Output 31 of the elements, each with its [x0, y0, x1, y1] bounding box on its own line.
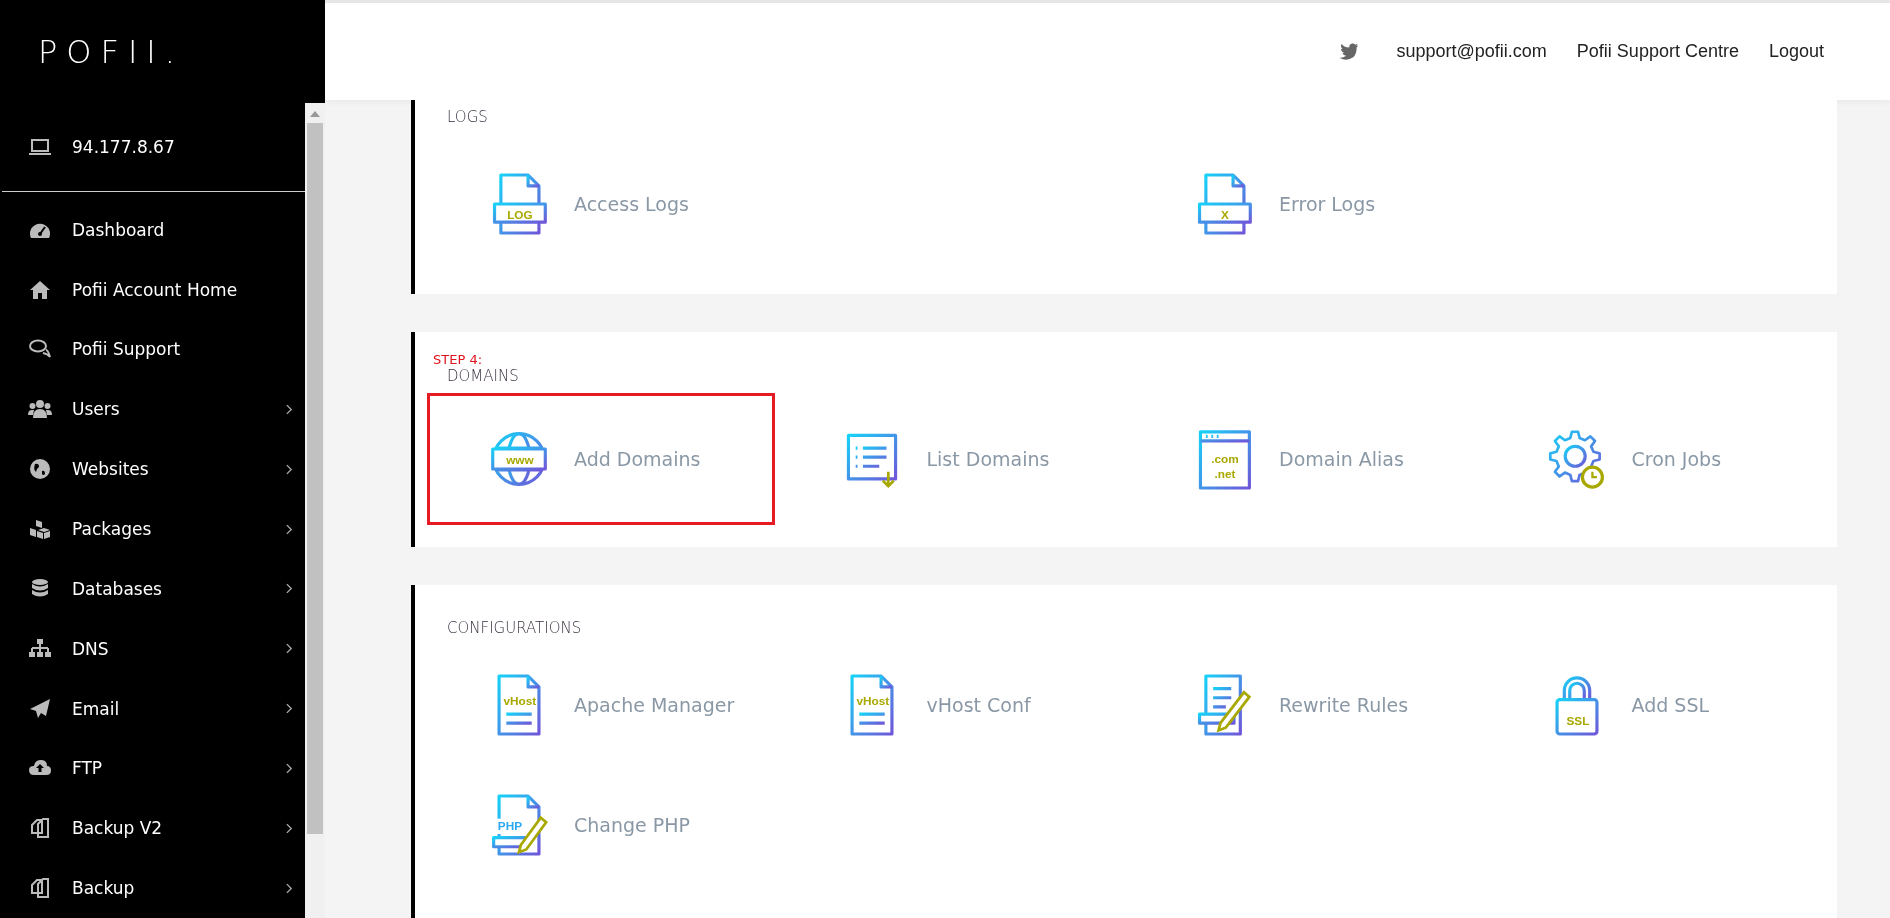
globe-icon: [28, 457, 52, 482]
copy-icon: [28, 876, 52, 901]
sidebar-item[interactable]: FTP: [0, 738, 305, 799]
bird-icon[interactable]: [1338, 43, 1359, 60]
logo[interactable]: POFII.: [38, 32, 184, 71]
header-link[interactable]: Pofii Support Centre: [1576, 41, 1739, 62]
sidebar-item[interactable]: Users: [0, 379, 305, 440]
sidebar-item[interactable]: Websites: [0, 439, 305, 500]
sidebar-item[interactable]: Email: [0, 678, 305, 739]
document-pencil-icon: [1195, 672, 1253, 738]
sidebar-item[interactable]: Backup: [0, 858, 305, 918]
scrollbar-thumb[interactable]: [307, 123, 323, 834]
scroll-up-icon[interactable]: [310, 111, 320, 117]
laptop-icon: [28, 136, 52, 157]
cubes-icon: [28, 517, 52, 541]
sidebar-item[interactable]: Dashboard: [0, 199, 305, 260]
sidebar-item[interactable]: Pofii Account Home: [0, 259, 305, 320]
header-link[interactable]: Logout: [1768, 41, 1824, 62]
copy-icon: [28, 816, 52, 841]
sidebar-item[interactable]: Databases: [0, 558, 305, 619]
section-title: DOMAINS: [447, 367, 520, 385]
scrollbar[interactable]: [305, 103, 325, 918]
section-title: LOGS: [447, 108, 489, 126]
server-ip: 94.177.8.67: [72, 136, 175, 157]
sidebar-item[interactable]: Packages: [0, 499, 305, 559]
sidebar-item[interactable]: DNS: [0, 618, 305, 679]
header-link[interactable]: support@pofii.com: [1396, 41, 1547, 62]
step-label: STEP 4:: [433, 352, 484, 367]
sidebar-item[interactable]: Backup V2: [0, 798, 305, 859]
sidebar-item[interactable]: Pofii Support: [0, 319, 305, 380]
section-title: CONFIGURATIONS: [447, 619, 583, 637]
